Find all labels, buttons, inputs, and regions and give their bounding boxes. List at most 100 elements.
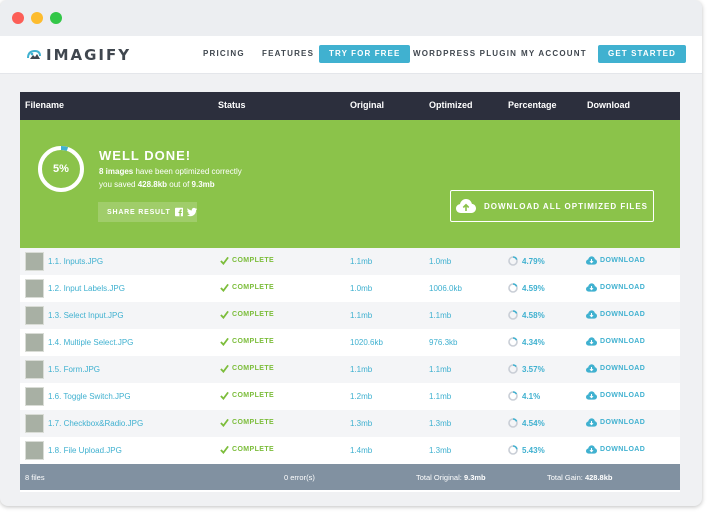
filename-link[interactable]: 1.5. Form.JPG [48, 365, 100, 374]
filename-link[interactable]: 1.6. Toggle Switch.JPG [48, 392, 131, 401]
check-icon [220, 445, 229, 454]
nav-pricing[interactable]: PRICING [203, 49, 245, 58]
filename-link[interactable]: 1.4. Multiple Select.JPG [48, 338, 133, 347]
percentage-value: 5.43% [522, 445, 545, 455]
percentage-value: 4.79% [522, 256, 545, 266]
check-icon [220, 418, 229, 427]
original-size: 1.4mb [350, 446, 373, 455]
status-cell: COMPLETE [220, 337, 274, 346]
total-gain-value: 428.8kb [584, 473, 613, 482]
cloud-download-icon [586, 364, 597, 373]
optimized-size: 1.3mb [429, 419, 452, 428]
status-cell: COMPLETE [220, 445, 274, 454]
status-cell: COMPLETE [220, 364, 274, 373]
file-thumbnail [25, 360, 44, 379]
status-label: COMPLETE [232, 446, 275, 453]
optimized-size: 1.1mb [429, 311, 452, 320]
success-banner: 5% WELL DONE! 8 images have been optimiz… [20, 120, 680, 248]
download-link[interactable]: DOWNLOAD [586, 310, 645, 319]
download-all-button[interactable]: DOWNLOAD ALL OPTIMIZED FILES [450, 190, 654, 222]
banner-title: WELL DONE! [99, 148, 192, 163]
filename-link[interactable]: 1.8. File Upload.JPG [48, 446, 122, 455]
file-thumbnail [25, 441, 44, 460]
nav-my-account[interactable]: MY ACCOUNT [521, 49, 587, 58]
check-icon [220, 310, 229, 319]
filename-link[interactable]: 1.3. Select Input.JPG [48, 311, 124, 320]
check-icon [220, 337, 229, 346]
download-link[interactable]: DOWNLOAD [586, 283, 645, 292]
twitter-icon[interactable] [186, 207, 197, 217]
banner-line-2: you saved 428.8kb out of 9.3mb [99, 180, 215, 189]
original-size: 1.1mb [350, 257, 373, 266]
logo-text: IMAGIFY [46, 46, 132, 64]
share-result-button[interactable]: SHARE RESULT [98, 202, 197, 222]
top-navigation: IMAGIFY PRICING FEATURES TRY FOR FREE WO… [0, 36, 702, 74]
table-row: 1.2. Input Labels.JPG COMPLETE 1.0mb 100… [20, 275, 680, 302]
optimized-size: 1.0mb [429, 257, 452, 266]
file-list: 1.1. Inputs.JPG COMPLETE 1.1mb 1.0mb 4.7… [20, 248, 680, 464]
table-row: 1.6. Toggle Switch.JPG COMPLETE 1.2mb 1.… [20, 383, 680, 410]
optimized-size: 976.3kb [429, 338, 458, 347]
download-link[interactable]: DOWNLOAD [586, 256, 645, 265]
header-download: Download [587, 100, 630, 110]
filename-link[interactable]: 1.7. Checkbox&Radio.JPG [48, 419, 143, 428]
cloud-upload-icon [456, 199, 476, 213]
check-icon [220, 283, 229, 292]
imagify-logo-icon [27, 49, 41, 59]
status-label: COMPLETE [232, 365, 275, 372]
cloud-download-icon [586, 337, 597, 346]
total-original: Total Original: 9.3mb [416, 473, 486, 482]
header-percentage: Percentage [508, 100, 557, 110]
header-optimized: Optimized [429, 100, 473, 110]
filename-link[interactable]: 1.2. Input Labels.JPG [48, 284, 125, 293]
close-window-button[interactable] [12, 12, 24, 24]
progress-percentage: 5% [53, 163, 69, 175]
share-label: SHARE RESULT [107, 208, 171, 216]
try-for-free-button[interactable]: TRY FOR FREE [319, 45, 411, 63]
optimized-size: 1.1mb [429, 392, 452, 401]
percentage-cell: 4.54% [508, 418, 545, 428]
status-label: COMPLETE [232, 419, 275, 426]
minimize-window-button[interactable] [31, 12, 43, 24]
optimized-size: 1.1mb [429, 365, 452, 374]
image-count: 8 images [99, 167, 134, 176]
imagify-logo[interactable]: IMAGIFY [26, 44, 131, 66]
original-size: 1.1mb [350, 311, 373, 320]
original-size: 1.0mb [350, 284, 373, 293]
check-icon [220, 256, 229, 265]
percentage-cell: 5.43% [508, 445, 545, 455]
percentage-value: 3.57% [522, 364, 545, 374]
nav-wordpress-plugin[interactable]: WORDPRESS PLUGIN [413, 49, 517, 58]
nav-features[interactable]: FEATURES [262, 49, 314, 58]
banner-line-2-prefix: you saved [99, 180, 138, 189]
status-label: COMPLETE [232, 392, 275, 399]
facebook-icon[interactable] [174, 207, 183, 217]
filename-link[interactable]: 1.1. Inputs.JPG [48, 257, 103, 266]
status-cell: COMPLETE [220, 310, 274, 319]
optimized-size: 1.3mb [429, 446, 452, 455]
percentage-cell: 4.59% [508, 283, 545, 293]
download-all-label: DOWNLOAD ALL OPTIMIZED FILES [484, 201, 648, 211]
percentage-value: 4.54% [522, 418, 545, 428]
original-size: 1.2mb [350, 392, 373, 401]
status-label: COMPLETE [232, 284, 275, 291]
download-link[interactable]: DOWNLOAD [586, 418, 645, 427]
optimized-size: 1006.0kb [429, 284, 462, 293]
progress-ring-icon [508, 310, 518, 320]
percentage-value: 4.59% [522, 283, 545, 293]
download-link[interactable]: DOWNLOAD [586, 445, 645, 454]
download-link[interactable]: DOWNLOAD [586, 391, 645, 400]
file-thumbnail [25, 414, 44, 433]
total-amount: 9.3mb [191, 180, 215, 189]
status-cell: COMPLETE [220, 256, 274, 265]
maximize-window-button[interactable] [50, 12, 62, 24]
download-link[interactable]: DOWNLOAD [586, 337, 645, 346]
get-started-button[interactable]: GET STARTED [598, 45, 686, 63]
original-size: 1.3mb [350, 419, 373, 428]
file-thumbnail [25, 306, 44, 325]
download-link[interactable]: DOWNLOAD [586, 364, 645, 373]
table-row: 1.3. Select Input.JPG COMPLETE 1.1mb 1.1… [20, 302, 680, 329]
original-size: 1020.6kb [350, 338, 383, 347]
progress-ring-icon [508, 418, 518, 428]
progress-ring-icon [508, 256, 518, 266]
